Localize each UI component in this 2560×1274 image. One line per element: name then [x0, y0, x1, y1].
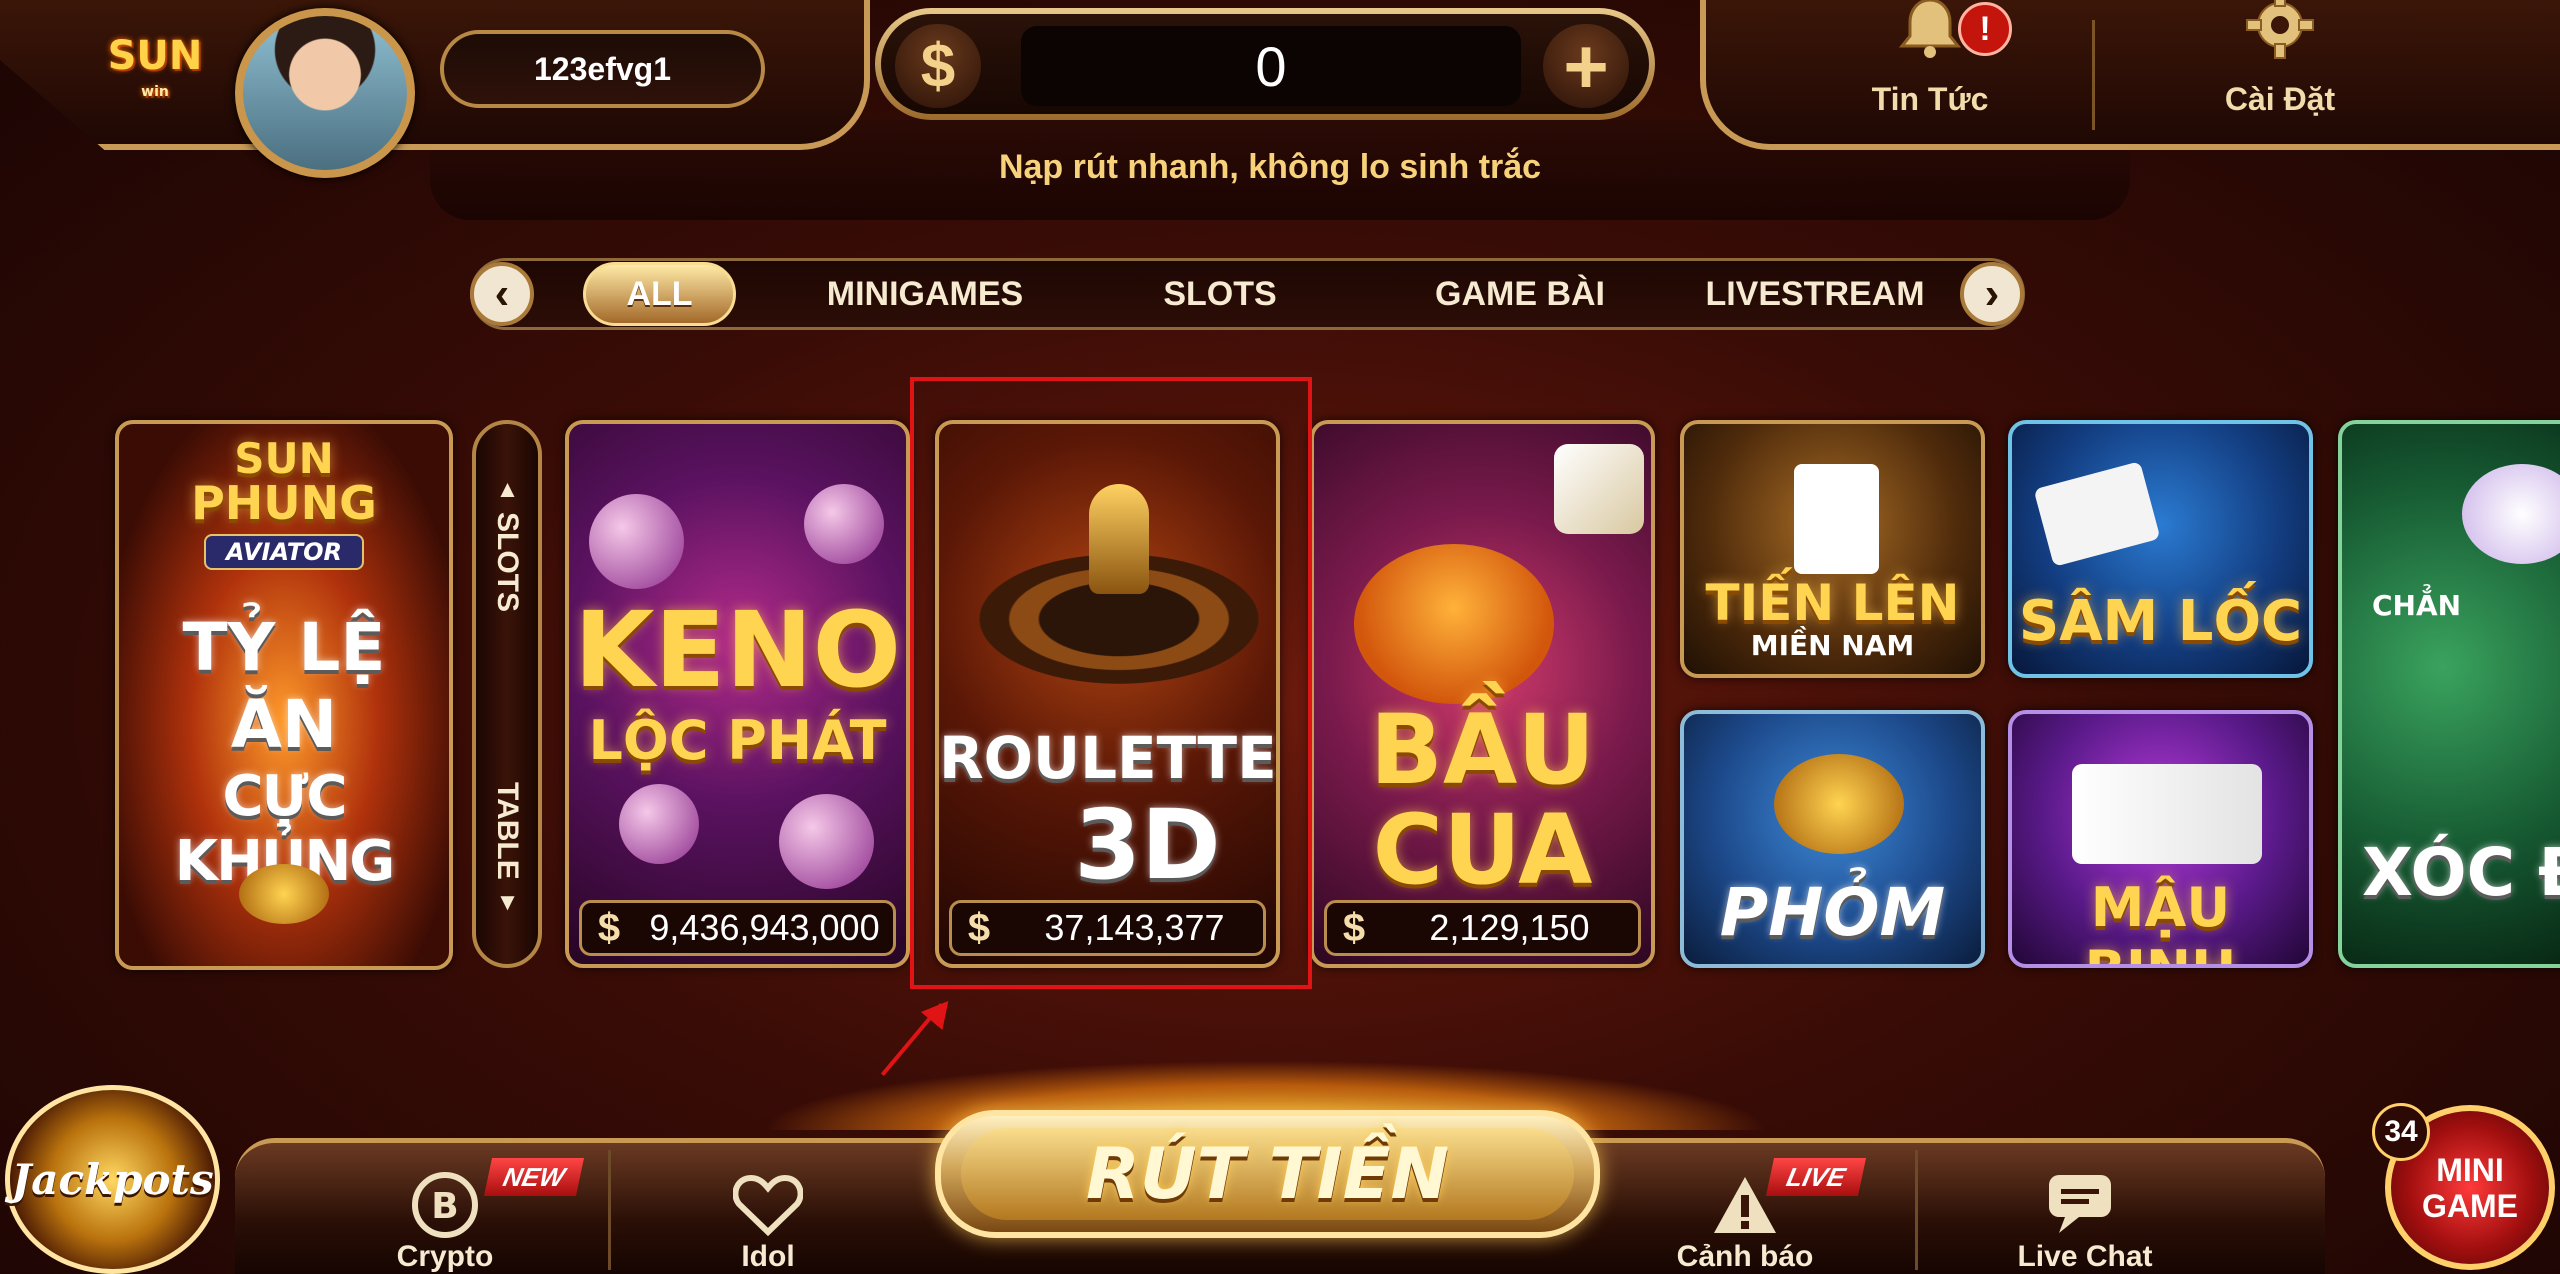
tab-prev-button[interactable]: ‹: [470, 262, 534, 326]
baucua-jackpot-value: 2,129,150: [1429, 907, 1590, 948]
baucua-title2: CUA: [1372, 794, 1593, 906]
news-label: Tin Tức: [1871, 81, 1989, 117]
dollar-icon: $: [597, 905, 621, 950]
coin-icon: [239, 864, 329, 924]
tienlen-subtitle: MIỀN NAM: [1750, 629, 1915, 662]
game-card-samloc[interactable]: SÂM LỐC: [2008, 420, 2313, 678]
game-card-keno[interactable]: KENO LỘC PHÁT $ 9,436,943,000: [565, 420, 910, 968]
game-card-xocdia[interactable]: CHẲN XÓC Đ: [2338, 420, 2560, 968]
xocdia-disc-icon: [2462, 464, 2560, 564]
highlight-box: [910, 377, 1312, 989]
game-card-maubinh[interactable]: MẬU BINH: [2008, 710, 2313, 968]
live-badge: LIVE: [1765, 1158, 1867, 1196]
chat-icon: [2045, 1170, 2125, 1240]
game-card-tienlen[interactable]: TIẾN LÊN MIỀN NAM: [1680, 420, 1985, 678]
keno-subtitle: LỘC PHÁT: [588, 709, 887, 772]
keno-ball-icon: [619, 784, 699, 864]
aviator-title1: TỶ LỆ: [182, 609, 386, 686]
keno-jackpot: $ 9,436,943,000: [579, 900, 896, 956]
logo-text: SUN: [107, 33, 203, 79]
news-alert-badge: !: [1958, 2, 2012, 56]
baucua-title1: BẦU: [1369, 694, 1596, 806]
sunwin-logo[interactable]: SUN win: [100, 28, 210, 108]
balance-panel: $ 0 +: [875, 8, 1655, 120]
dollar-icon[interactable]: $: [895, 24, 981, 108]
phom-title: PHỎM: [1719, 874, 1946, 951]
game-card-phom[interactable]: PHỎM: [1680, 710, 1985, 968]
keno-ball-icon: [804, 484, 884, 564]
game-card-baucua[interactable]: BẦU CUA $ 2,129,150: [1310, 420, 1655, 968]
maubinh-title: MẬU BINH: [2085, 876, 2237, 964]
tab-game-bai[interactable]: GAME BÀI: [1400, 262, 1640, 326]
aviator-badge: AVIATOR: [204, 534, 364, 570]
switch-slots-text: SLOTS: [491, 511, 524, 612]
bell-icon: [1895, 0, 1965, 71]
logo-subtext: win: [141, 84, 169, 100]
crab-icon: [1354, 544, 1554, 704]
dollar-icon: $: [1342, 905, 1366, 950]
card-icon: [1794, 464, 1879, 574]
switch-slots-label[interactable]: ▲ SLOTS: [476, 444, 538, 644]
gear-icon: [2245, 0, 2315, 71]
deposit-plus-button[interactable]: +: [1543, 24, 1629, 108]
switch-table-label[interactable]: TABLE ▼: [476, 744, 538, 954]
withdraw-label: RÚT TIỀN: [960, 1127, 1575, 1221]
tab-livestream[interactable]: LIVESTREAM: [1690, 262, 1940, 326]
minigame-line1: MINI: [2436, 1151, 2504, 1188]
tagline-text: Nạp rút nhanh, không lo sinh trắc: [998, 148, 1542, 186]
samloc-title: SÂM LỐC: [2018, 589, 2303, 654]
svg-text:B: B: [431, 1186, 458, 1227]
settings-button[interactable]: Cài Đặt: [2170, 0, 2390, 130]
tab-minigames[interactable]: MINIGAMES: [800, 262, 1050, 326]
slots-table-switch[interactable]: ▲ SLOTS TABLE ▼: [472, 420, 542, 968]
jackpots-button[interactable]: Jackpots: [5, 1085, 220, 1274]
minigame-count-badge: 34: [2372, 1103, 2430, 1161]
idol-label: Idol: [741, 1240, 795, 1273]
withdraw-button[interactable]: RÚT TIỀN: [935, 1110, 1600, 1238]
coin-stack-icon: [1774, 754, 1904, 854]
balance-value: 0: [1021, 26, 1521, 106]
card-icon: [2033, 461, 2161, 567]
keno-jackpot-value: 9,436,943,000: [649, 907, 880, 948]
bottom-divider: [1915, 1150, 1918, 1270]
tab-next-button[interactable]: ›: [1960, 262, 2024, 326]
xocdia-top-label: CHẲN: [2372, 589, 2462, 622]
aviator-title2: ĂN: [230, 686, 338, 763]
minigame-line2: GAME: [2422, 1187, 2518, 1224]
tab-all[interactable]: ALL: [583, 262, 736, 326]
alert-label: Cảnh báo: [1676, 1240, 1814, 1273]
new-badge: NEW: [483, 1158, 585, 1196]
keno-ball-icon: [589, 494, 684, 589]
xocdia-title: XÓC Đ: [2362, 834, 2560, 911]
aviator-line2: PHUNG: [191, 476, 377, 530]
settings-label: Cài Đặt: [2224, 81, 2336, 117]
game-card-aviator[interactable]: SUN PHUNG AVIATOR TỶ LỆ ĂN CỰC KHỦNG: [115, 420, 453, 970]
bitcoin-icon: B: [405, 1170, 485, 1240]
switch-table-text: TABLE: [491, 782, 524, 881]
header-divider: [2092, 20, 2095, 130]
crypto-label: Crypto: [396, 1240, 494, 1273]
heart-icon: [728, 1170, 808, 1240]
card-fan-icon: [2072, 764, 2262, 864]
idol-button[interactable]: Idol: [668, 1150, 868, 1274]
tienlen-title: TIẾN LÊN: [1705, 574, 1960, 632]
keno-title: KENO: [573, 589, 902, 711]
keno-ball-icon: [779, 794, 874, 889]
tab-slots[interactable]: SLOTS: [1120, 262, 1320, 326]
avatar[interactable]: [235, 8, 415, 178]
live-chat-label: Live Chat: [2017, 1240, 2153, 1273]
bottom-divider: [608, 1150, 611, 1270]
aviator-badge-wrap: AVIATOR: [119, 534, 449, 570]
dice-icon: [1554, 444, 1644, 534]
username-field[interactable]: 123efvg1: [440, 30, 765, 108]
baucua-jackpot: $ 2,129,150: [1324, 900, 1641, 956]
live-chat-button[interactable]: Live Chat: [1985, 1150, 2185, 1274]
